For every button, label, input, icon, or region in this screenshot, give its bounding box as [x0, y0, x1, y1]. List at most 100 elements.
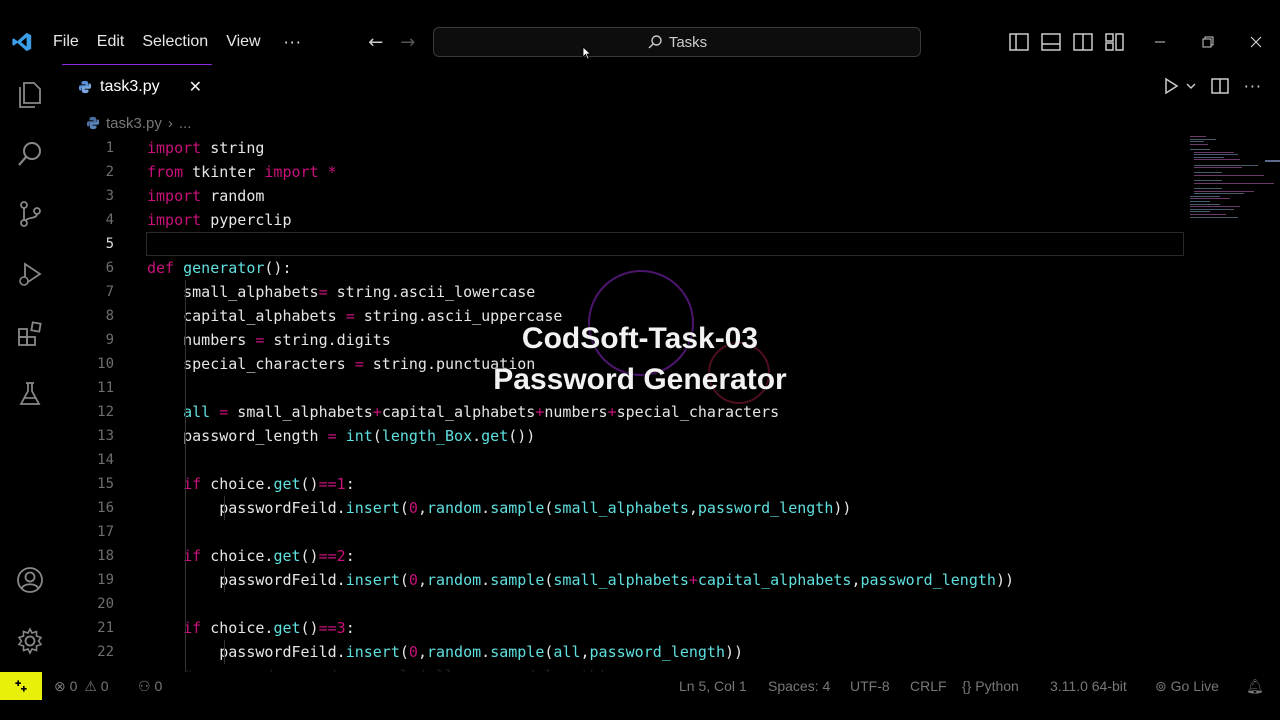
minimap-line [1190, 208, 1234, 210]
code-line[interactable]: 17 [62, 520, 1184, 544]
go-live-label: Go Live [1170, 678, 1219, 694]
source-control-icon[interactable] [14, 198, 46, 230]
tab-bar: task3.py ✕ ··· [62, 64, 1280, 108]
customize-layout-icon[interactable] [1104, 32, 1126, 52]
code-line[interactable]: 22 passwordFeild.insert(0,random.sample(… [62, 640, 1184, 664]
run-python-file-icon[interactable] [1162, 77, 1180, 95]
close-window-icon[interactable] [1248, 20, 1264, 64]
go-live-button[interactable]: ⊚ Go Live [1155, 672, 1219, 700]
code-line[interactable]: 3 import random [62, 184, 1184, 208]
search-icon[interactable] [14, 138, 46, 170]
menu-file[interactable]: File [44, 20, 88, 64]
menu-edit[interactable]: Edit [88, 20, 134, 64]
line-endings[interactable]: CRLF [910, 672, 947, 700]
error-icon: ⊗ [54, 678, 66, 694]
minimap-line [1194, 190, 1254, 192]
menu-view[interactable]: View [217, 20, 269, 64]
line-number: 12 [97, 404, 114, 420]
line-number: 14 [97, 452, 114, 468]
extensions-icon[interactable] [14, 318, 46, 350]
code-line[interactable]: 5 [62, 232, 1184, 256]
minimap-line [1194, 151, 1234, 153]
search-icon [648, 35, 662, 49]
line-number: 16 [97, 500, 114, 516]
line-number: 3 [105, 188, 114, 204]
code-line[interactable]: 14 [62, 448, 1184, 472]
restore-icon[interactable] [1200, 20, 1216, 64]
toggle-primary-sidebar-icon[interactable] [1008, 32, 1030, 52]
tab-close-icon[interactable]: ✕ [189, 77, 202, 96]
code-line[interactable]: 20 [62, 592, 1184, 616]
activity-bar [0, 64, 62, 672]
explorer-icon[interactable] [14, 78, 46, 110]
menu-selection[interactable]: Selection [133, 20, 217, 64]
code-line[interactable]: 15 if choice.get()==1: [62, 472, 1184, 496]
menu-bar: File Edit Selection View ··· [44, 20, 316, 64]
line-number: 18 [97, 548, 114, 564]
code-editor[interactable]: 1 import string 2 from tkinter import * 3 imp… [62, 136, 1280, 672]
video-overlay-title: CodSoft-Task-03 Password Generator [440, 318, 840, 400]
more-actions-icon[interactable]: ··· [1244, 77, 1262, 96]
split-editor-icon[interactable] [1210, 77, 1230, 95]
gear-icon[interactable] [14, 625, 46, 657]
command-center-search[interactable]: Tasks [433, 27, 921, 57]
code-text: all = small_alphabets+capital_alphabets+… [183, 403, 780, 421]
code-line[interactable]: 21 if choice.get()==3: [62, 616, 1184, 640]
minimap-line [1190, 198, 1230, 200]
minimap-line [1190, 211, 1210, 213]
minimap-line [1190, 203, 1220, 205]
minimap-line [1190, 136, 1206, 137]
code-line[interactable]: 16 passwordFeild.insert(0,random.sample(… [62, 496, 1184, 520]
code-line[interactable]: 13 password_length = int(length_Box.get(… [62, 424, 1184, 448]
code-text: passwordFeild.insert(0,random.sample(sma… [147, 499, 852, 517]
toggle-panel-icon[interactable] [1040, 32, 1062, 52]
minimap-line [1194, 182, 1274, 184]
indentation[interactable]: Spaces: 4 [768, 672, 830, 700]
overlay-title-line2: Password Generator [493, 363, 787, 396]
minimap-line [1194, 159, 1240, 161]
code-line[interactable]: 19 passwordFeild.insert(0,random.sample(… [62, 568, 1184, 592]
line-number: 4 [105, 212, 114, 228]
line-number: 7 [105, 284, 114, 300]
code-line[interactable]: 12 all = small_alphabets+capital_alphabe… [62, 400, 1184, 424]
testing-flask-icon[interactable] [14, 378, 46, 410]
python-interpreter[interactable]: 3.11.0 64-bit [1050, 672, 1127, 700]
python-file-icon [78, 80, 92, 93]
chevron-down-icon[interactable] [1186, 81, 1196, 91]
scrollbar-marker[interactable] [1265, 160, 1280, 162]
breadcrumb-rest[interactable]: ... [179, 115, 192, 132]
code-text: import pyperclip [147, 211, 292, 229]
forward-arrow-icon[interactable]: → [392, 32, 424, 53]
line-number: 20 [97, 596, 114, 612]
code-text: if choice.get()==2: [183, 547, 355, 565]
back-arrow-icon[interactable]: ← [360, 32, 392, 53]
indent-guide [185, 280, 186, 672]
code-line[interactable]: 18 if choice.get()==2: [62, 544, 1184, 568]
code-text: numbers = string.digits [147, 331, 391, 349]
breadcrumb-file[interactable]: task3.py [106, 115, 162, 132]
tab-task3-py[interactable]: task3.py ✕ [62, 64, 212, 108]
go-live-icon: ⊚ [1155, 678, 1167, 694]
code-line[interactable]: 1 import string [62, 136, 1184, 160]
toggle-secondary-sidebar-icon[interactable] [1072, 32, 1094, 52]
account-icon[interactable] [14, 564, 46, 596]
code-line[interactable]: 2 from tkinter import * [62, 160, 1184, 184]
problems-indicator[interactable]: ⊗ 0 ⚠ 0 [54, 672, 109, 700]
minimap-line [1190, 143, 1208, 145]
ports-indicator[interactable]: ⚇ 0 [138, 672, 162, 700]
minimize-icon[interactable] [1152, 20, 1168, 64]
minimap-line [1194, 188, 1222, 189]
warning-count: 0 [100, 678, 109, 694]
menu-more-button[interactable]: ··· [270, 33, 316, 52]
code-line[interactable]: 4 import pyperclip [62, 208, 1184, 232]
minimap[interactable] [1190, 136, 1274, 226]
language-mode[interactable]: {} Python [962, 672, 1019, 700]
title-bar: File Edit Selection View ··· ← → Tasks [0, 20, 1280, 64]
minimap-line [1194, 193, 1244, 195]
notifications-bell-icon[interactable]: 🔔︎ [1246, 672, 1264, 700]
remote-indicator-icon[interactable] [0, 672, 42, 700]
line-number: 19 [97, 572, 114, 588]
cursor-position[interactable]: Ln 5, Col 1 [679, 672, 747, 700]
run-debug-icon[interactable] [14, 258, 46, 290]
encoding[interactable]: UTF-8 [850, 672, 890, 700]
